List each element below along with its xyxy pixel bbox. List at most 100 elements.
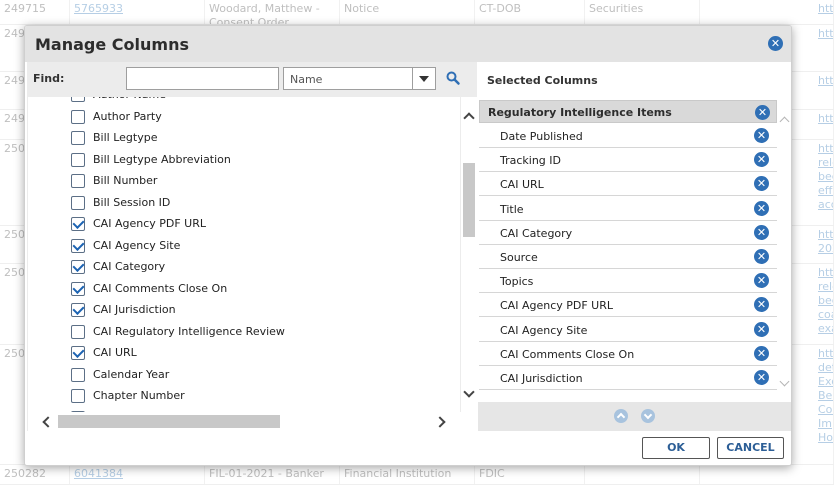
- selected-columns-list: Regulatory Intelligence Items ✕ Date Pub…: [479, 100, 779, 400]
- column-option-label: Author Party: [93, 109, 162, 123]
- column-checkbox[interactable]: [71, 389, 85, 403]
- column-option[interactable]: CAI URL: [28, 343, 460, 364]
- scrollbar-thumb[interactable]: [463, 163, 475, 237]
- column-option[interactable]: CAI Comments Close On: [28, 279, 460, 300]
- selected-column-label: CAI Agency Site: [500, 323, 588, 337]
- selected-column-item[interactable]: CAI Category ✕: [479, 221, 777, 245]
- column-option[interactable]: CAI Regulatory Intelligence Review: [28, 322, 460, 343]
- remove-column-icon[interactable]: ✕: [754, 345, 769, 361]
- selected-column-item[interactable]: CAI Agency Site ✕: [479, 318, 777, 342]
- selected-column-item[interactable]: Source ✕: [479, 245, 777, 269]
- column-option-label: Bill Legtype: [93, 131, 158, 144]
- column-option[interactable]: CAI Category: [28, 257, 460, 278]
- remove-column-icon[interactable]: ✕: [754, 152, 769, 168]
- group-label: Regulatory Intelligence Items: [488, 106, 672, 119]
- selected-column-item[interactable]: Tracking ID ✕: [479, 148, 777, 173]
- column-checkbox[interactable]: [71, 152, 85, 167]
- manage-columns-dialog: Manage Columns ✕ Find: Name Author NameA…: [24, 25, 792, 466]
- column-option[interactable]: Calendar Year: [28, 365, 460, 386]
- remove-column-icon[interactable]: ✕: [754, 370, 769, 385]
- selected-scrollbar[interactable]: [779, 100, 791, 400]
- column-checkbox[interactable]: [71, 97, 85, 102]
- column-option-label: CAI Jurisdiction: [93, 303, 176, 316]
- column-option-label: Bill Session ID: [93, 195, 171, 209]
- column-checkbox[interactable]: [71, 238, 85, 253]
- column-option-label: Author Name: [93, 97, 166, 101]
- selected-column-item[interactable]: Title ✕: [479, 197, 777, 221]
- selected-column-label: Source: [500, 251, 538, 264]
- column-checkbox[interactable]: [71, 109, 85, 124]
- column-option-label: Bill Legtype Abbreviation: [93, 152, 231, 166]
- chevron-down-icon[interactable]: [412, 68, 435, 89]
- column-option-label: Chapter Number: [93, 389, 185, 402]
- scrollbar-thumb[interactable]: [58, 415, 280, 428]
- selected-column-item[interactable]: CAI URL ✕: [479, 172, 777, 197]
- move-up-icon[interactable]: [614, 409, 628, 423]
- column-checkbox[interactable]: [71, 303, 85, 317]
- remove-column-icon[interactable]: ✕: [754, 176, 769, 192]
- scroll-up-icon[interactable]: [463, 112, 475, 124]
- remove-column-icon[interactable]: ✕: [754, 224, 769, 240]
- column-option-label: Bill Number: [93, 174, 158, 187]
- remove-column-icon[interactable]: ✕: [754, 297, 769, 313]
- column-checkbox[interactable]: [71, 346, 85, 360]
- scroll-right-icon[interactable]: [434, 416, 446, 428]
- cancel-button[interactable]: CANCEL: [717, 437, 784, 459]
- available-columns-list: Author Name Author Party Bill Legtype Bill …: [28, 97, 460, 412]
- column-option[interactable]: CAI Jurisdiction: [28, 300, 460, 321]
- column-option-label: CAI Comments Close On: [93, 281, 228, 295]
- remove-column-icon[interactable]: ✕: [754, 249, 769, 264]
- scroll-down-icon[interactable]: [463, 386, 475, 398]
- ok-button[interactable]: OK: [642, 437, 710, 459]
- column-checkbox[interactable]: [71, 281, 85, 296]
- column-checkbox[interactable]: [71, 195, 85, 210]
- selected-column-item[interactable]: CAI Agency PDF URL ✕: [479, 293, 777, 318]
- remove-column-icon[interactable]: ✕: [754, 321, 769, 337]
- remove-column-icon[interactable]: ✕: [754, 200, 769, 216]
- column-checkbox[interactable]: [71, 367, 85, 382]
- selected-column-item[interactable]: CAI Jurisdiction ✕: [479, 366, 777, 390]
- available-columns-panel: Find: Name Author Name Author Party Bill L…: [27, 62, 477, 431]
- column-checkbox[interactable]: [71, 131, 85, 145]
- column-option[interactable]: Bill Legtype: [28, 128, 460, 149]
- column-option-label: CAI Regulatory Intelligence Review: [93, 324, 285, 338]
- column-option[interactable]: Bill Session ID: [28, 193, 460, 214]
- remove-column-icon[interactable]: ✕: [754, 273, 769, 289]
- column-option[interactable]: CAI Agency Site: [28, 236, 460, 257]
- reorder-bar: [478, 402, 791, 431]
- selected-column-item[interactable]: CAI Comments Close On ✕: [479, 342, 777, 366]
- close-icon[interactable]: ✕: [768, 36, 783, 51]
- column-option-label: CAI URL: [93, 346, 137, 359]
- selected-column-label: Title: [500, 202, 524, 216]
- selected-column-label: CAI Agency PDF URL: [500, 299, 613, 313]
- vertical-scrollbar[interactable]: [461, 97, 477, 412]
- column-checkbox[interactable]: [71, 260, 85, 274]
- search-icon[interactable]: [445, 70, 461, 86]
- horizontal-scrollbar[interactable]: [28, 412, 477, 431]
- scroll-down-icon[interactable]: [779, 376, 790, 387]
- column-checkbox[interactable]: [71, 324, 85, 339]
- scroll-left-icon[interactable]: [42, 416, 54, 428]
- column-option[interactable]: Bill Number: [28, 171, 460, 192]
- selected-columns-heading: Selected Columns: [487, 74, 598, 87]
- column-option[interactable]: CAI Agency PDF URL: [28, 214, 460, 235]
- selected-column-item[interactable]: Date Published ✕: [479, 124, 777, 148]
- selected-column-label: CAI URL: [500, 178, 544, 192]
- scroll-up-icon[interactable]: [779, 116, 790, 127]
- remove-group-icon[interactable]: ✕: [755, 105, 770, 120]
- selected-column-label: CAI Comments Close On: [500, 347, 635, 361]
- selected-columns-panel: Selected Columns Regulatory Intelligence…: [478, 62, 791, 431]
- find-field-select[interactable]: Name: [283, 67, 436, 90]
- remove-column-icon[interactable]: ✕: [754, 128, 769, 143]
- column-checkbox[interactable]: [71, 217, 85, 231]
- column-option[interactable]: Author Name: [28, 97, 460, 106]
- column-option[interactable]: Author Party: [28, 107, 460, 128]
- column-checkbox[interactable]: [71, 174, 85, 188]
- column-option[interactable]: Chapter Number: [28, 386, 460, 407]
- find-input[interactable]: [126, 67, 279, 90]
- column-option-label: CAI Agency PDF URL: [93, 217, 206, 230]
- column-option[interactable]: Bill Legtype Abbreviation: [28, 150, 460, 171]
- move-down-icon[interactable]: [641, 409, 655, 423]
- selected-column-label: Topics: [500, 275, 534, 289]
- selected-column-item[interactable]: Topics ✕: [479, 269, 777, 294]
